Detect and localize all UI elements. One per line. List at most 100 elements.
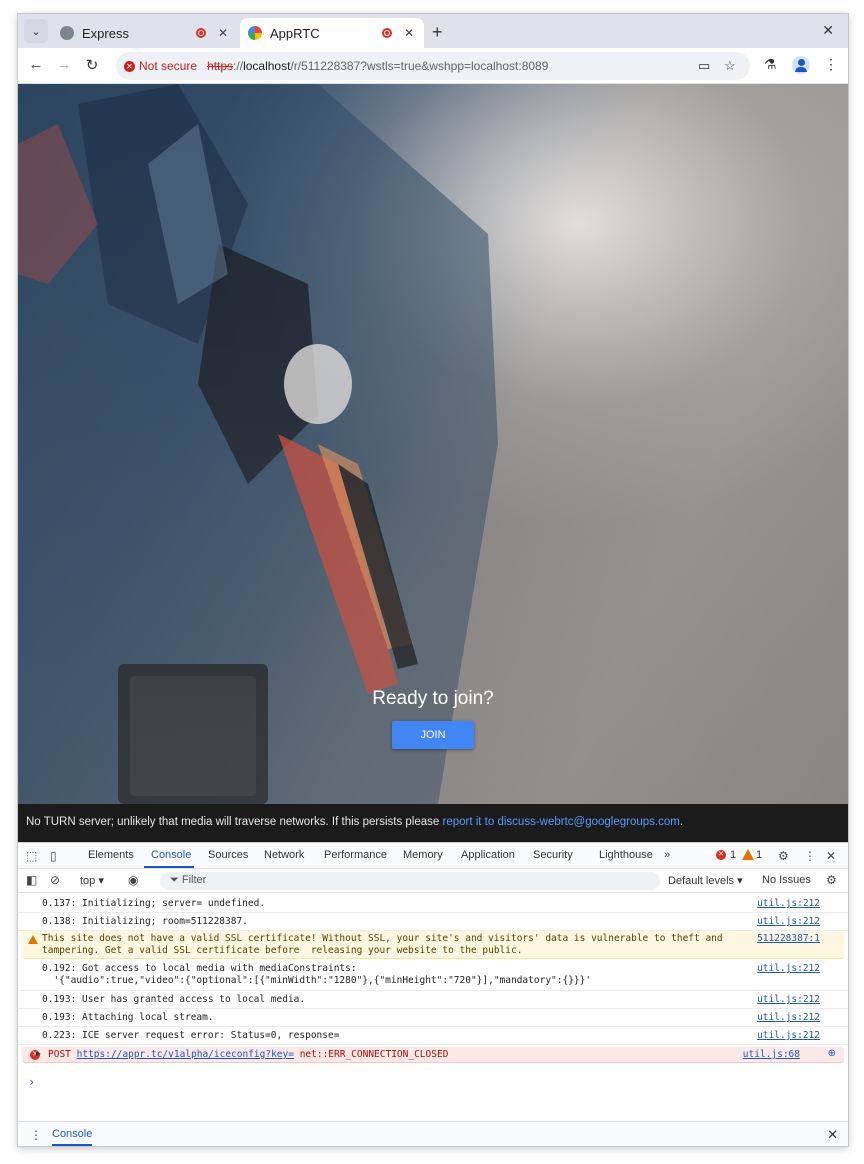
console-toolbar: ◧ ⊘ top ▾ ◉ ⏷ Filter Default levels ▾ No… bbox=[18, 869, 848, 893]
camera-icon[interactable]: ▭ bbox=[698, 58, 710, 74]
globe-icon bbox=[60, 26, 74, 40]
eye-icon[interactable]: ◉ bbox=[128, 873, 138, 887]
drawer-menu-icon[interactable]: ⋮ bbox=[30, 1128, 42, 1142]
close-devtools-icon[interactable]: ✕ bbox=[826, 849, 836, 863]
warning-count-icon[interactable] bbox=[742, 849, 754, 860]
log-source[interactable]: util.js:212 bbox=[757, 1030, 820, 1041]
log-source[interactable]: util.js:212 bbox=[757, 898, 820, 909]
apprtc-favicon-icon bbox=[248, 26, 262, 40]
notice-text: No TURN server; unlikely that media will… bbox=[26, 816, 443, 828]
notice-end: . bbox=[679, 816, 684, 828]
tab-application[interactable]: Application bbox=[461, 849, 515, 861]
back-arrow-icon[interactable]: ← bbox=[26, 56, 46, 73]
chevron-down-icon[interactable]: ⌄ bbox=[24, 19, 48, 43]
log-source[interactable]: util.js:212 bbox=[757, 1012, 820, 1023]
forward-arrow-icon[interactable]: → bbox=[54, 56, 74, 73]
tab-title: Express bbox=[82, 25, 129, 41]
warning-row: This site does not have a valid SSL cert… bbox=[22, 931, 844, 959]
notice-link[interactable]: report it to discuss-webrtc@googlegroups… bbox=[443, 816, 680, 828]
tab-apprtc[interactable]: AppRTC ✕ bbox=[240, 18, 424, 48]
url-text: https://localhost/r/511228387?wstls=true… bbox=[207, 59, 548, 73]
gear-icon[interactable]: ⚙ bbox=[778, 849, 789, 863]
warning-count[interactable]: 1 bbox=[756, 849, 762, 861]
expand-caret-icon[interactable]: ▶ bbox=[36, 1049, 41, 1058]
log-message: 0.193: User has granted access to local … bbox=[42, 994, 306, 1005]
browser-window: ⌄ Express ✕ AppRTC ✕ + ✕ ← → ↻ ✕ Not sec… bbox=[18, 14, 848, 1146]
toolbar: ← → ↻ ✕ Not secure https://localhost/r/5… bbox=[18, 48, 848, 84]
context-value: top bbox=[80, 875, 96, 887]
log-message: 0.193: Attaching local stream. bbox=[42, 1012, 214, 1023]
log-source[interactable]: 511228387:1 bbox=[757, 933, 820, 944]
network-request-icon[interactable]: ⊕ bbox=[828, 1048, 836, 1059]
kebab-menu-icon[interactable]: ⋮ bbox=[824, 56, 838, 73]
log-levels-select[interactable]: Default levels ▾ bbox=[668, 874, 743, 887]
profile-avatar[interactable] bbox=[792, 56, 810, 74]
device-toolbar-icon[interactable]: ▯ bbox=[50, 849, 57, 863]
sidebar-toggle-icon[interactable]: ◧ bbox=[26, 873, 37, 887]
log-levels-value: Default levels bbox=[668, 875, 735, 887]
log-message: This site does not have a valid SSL cert… bbox=[42, 933, 723, 956]
log-row: 0.193: Attaching local stream. util.js:2… bbox=[18, 1009, 848, 1027]
log-source[interactable]: util.js:212 bbox=[757, 994, 820, 1005]
error-count[interactable]: 1 bbox=[730, 849, 736, 861]
devtools-drawer: ⋮ Console ✕ bbox=[18, 1121, 848, 1146]
close-drawer-icon[interactable]: ✕ bbox=[827, 1127, 838, 1143]
log-row: 0.138: Initializing; room=511228387. uti… bbox=[18, 913, 848, 931]
tab-strip: ⌄ Express ✕ AppRTC ✕ + ✕ bbox=[18, 14, 848, 48]
error-method: POST bbox=[48, 1049, 71, 1060]
more-tabs-icon[interactable]: » bbox=[664, 849, 670, 861]
error-row[interactable]: ✕ ▶ POST https://appr.tc/v1alpha/iceconf… bbox=[22, 1047, 844, 1063]
log-source[interactable]: util.js:68 bbox=[743, 1049, 800, 1060]
close-icon[interactable]: ✕ bbox=[402, 26, 416, 40]
log-row: 0.223: ICE server request error: Status=… bbox=[18, 1027, 848, 1045]
console-settings-icon[interactable]: ⚙ bbox=[826, 873, 837, 887]
tab-memory[interactable]: Memory bbox=[403, 849, 443, 861]
context-select[interactable]: top ▾ bbox=[80, 874, 104, 887]
log-row: 0.137: Initializing; server= undefined. … bbox=[18, 895, 848, 913]
reload-icon[interactable]: ↻ bbox=[82, 56, 102, 74]
security-label: Not secure bbox=[139, 59, 198, 73]
inspect-element-icon[interactable]: ⬚ bbox=[26, 849, 37, 863]
tab-lighthouse[interactable]: Lighthouse bbox=[599, 849, 653, 861]
drawer-tab-console[interactable]: Console bbox=[52, 1128, 93, 1146]
tab-network[interactable]: Network bbox=[264, 849, 304, 861]
security-chip[interactable]: ✕ Not secure bbox=[124, 59, 197, 73]
clear-console-icon[interactable]: ⊘ bbox=[50, 873, 60, 887]
url-host: localhost bbox=[243, 59, 291, 73]
url-separator: :// bbox=[233, 59, 244, 73]
url-path: /r/511228387?wstls=true&wshpp=localhost:… bbox=[290, 59, 549, 73]
recording-icon bbox=[196, 28, 206, 38]
new-tab-icon[interactable]: + bbox=[432, 22, 443, 43]
tab-elements[interactable]: Elements bbox=[88, 849, 134, 861]
log-message: 0.137: Initializing; server= undefined. bbox=[42, 898, 266, 909]
error-url[interactable]: https://appr.tc/v1alpha/iceconfig?key= bbox=[77, 1049, 294, 1060]
tab-performance[interactable]: Performance bbox=[324, 849, 387, 861]
window-close-icon[interactable]: ✕ bbox=[822, 22, 834, 39]
console-log: 0.137: Initializing; server= undefined. … bbox=[18, 895, 848, 1121]
kebab-menu-icon[interactable]: ⋮ bbox=[804, 849, 816, 863]
address-bar[interactable]: ✕ Not secure https://localhost/r/5112283… bbox=[116, 52, 750, 80]
join-button[interactable]: JOIN bbox=[392, 721, 474, 749]
filter-input[interactable]: ⏷ Filter bbox=[160, 872, 660, 890]
star-icon[interactable]: ☆ bbox=[724, 58, 736, 74]
error-message: POST https://appr.tc/v1alpha/iceconfig?k… bbox=[48, 1049, 448, 1060]
console-prompt-icon[interactable]: › bbox=[28, 1075, 35, 1089]
error-text: net::ERR_CONNECTION_CLOSED bbox=[299, 1049, 449, 1060]
log-source[interactable]: util.js:212 bbox=[757, 916, 820, 927]
close-icon[interactable]: ✕ bbox=[216, 26, 230, 40]
error-count-icon[interactable]: ✕ bbox=[716, 850, 726, 860]
recording-icon bbox=[382, 28, 392, 38]
active-tab-indicator bbox=[144, 866, 194, 868]
devtools-tabbar: ⬚ ▯ Elements Console Sources Network Per… bbox=[18, 843, 848, 869]
log-row: 0.193: User has granted access to local … bbox=[18, 991, 848, 1009]
ready-to-join-heading: Ready to join? bbox=[372, 688, 494, 709]
filter-placeholder: Filter bbox=[181, 874, 207, 886]
flask-icon[interactable]: ⚗ bbox=[764, 56, 777, 73]
tab-express[interactable]: Express ✕ bbox=[52, 18, 238, 48]
tab-console[interactable]: Console bbox=[151, 849, 191, 861]
log-row: 0.192: Got access to local media with me… bbox=[18, 961, 848, 991]
tab-security[interactable]: Security bbox=[533, 849, 573, 861]
log-source[interactable]: util.js:212 bbox=[757, 963, 820, 974]
issues-button[interactable]: No Issues bbox=[762, 874, 811, 886]
tab-sources[interactable]: Sources bbox=[208, 849, 248, 861]
